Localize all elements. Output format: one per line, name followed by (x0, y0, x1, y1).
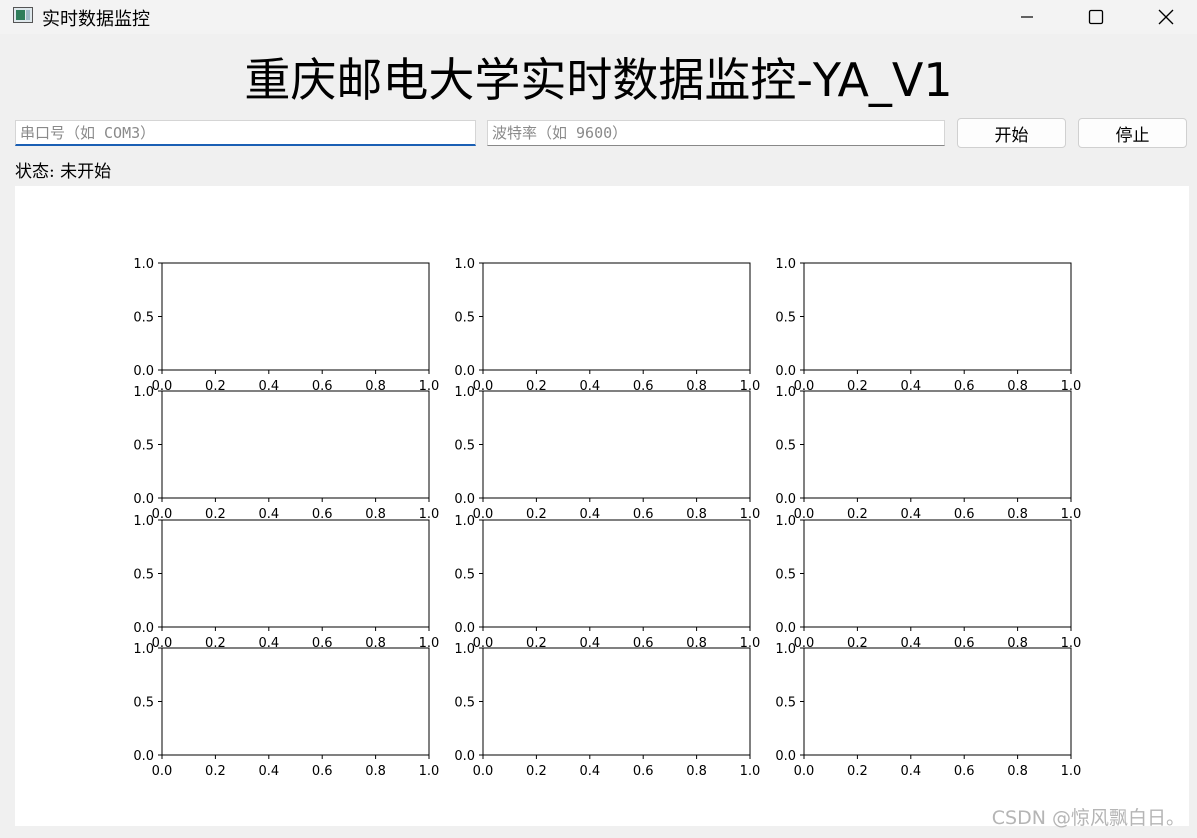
axes-frame (803, 262, 1072, 371)
axes-frame (161, 519, 430, 628)
stop-button[interactable]: 停止 (1078, 118, 1187, 148)
subplot-grid: 0.0 0.2 0.4 0.6 0.8 1.00.00.51.00.0 0.2 0.4 0.6 0… (133, 257, 1081, 779)
axes-frame (161, 262, 430, 371)
y-tick-label: 1.0 (454, 514, 475, 529)
maximize-button[interactable] (1073, 0, 1119, 34)
y-tick-label: 0.5 (454, 439, 475, 454)
axes-frame (482, 647, 751, 756)
axes-frame (803, 519, 1072, 628)
y-tick-label: 0.0 (775, 749, 796, 764)
x-tick-label: 0.2 (847, 764, 868, 779)
subplot-7: 0.0 0.2 0.4 0.6 0.8 1.00.00.51.0 (133, 514, 439, 651)
window-title: 实时数据监控 (42, 9, 150, 30)
page-title: 重庆邮电大学实时数据监控-YA_V1 (244, 53, 953, 107)
y-tick-label: 1.0 (454, 257, 475, 272)
x-tick-label: 0.4 (900, 764, 921, 779)
axes-frame (482, 262, 751, 371)
y-tick-label: 0.5 (133, 311, 154, 326)
subplot-5: 0.0 0.2 0.4 0.6 0.8 1.00.00.51.0 (454, 385, 760, 522)
y-tick-label: 1.0 (454, 642, 475, 657)
x-tick-label: 1.0 (740, 764, 761, 779)
y-tick-label: 1.0 (133, 257, 154, 272)
y-tick-label: 0.0 (133, 621, 154, 636)
y-tick-label: 1.0 (775, 257, 796, 272)
y-tick-label: 0.5 (775, 311, 796, 326)
x-tick-label: 0.0 (152, 764, 173, 779)
y-tick-label: 1.0 (133, 385, 154, 400)
x-tick-label: 1.0 (419, 764, 440, 779)
x-tick-label: 0.6 (633, 764, 654, 779)
status-label: 状态: 未开始 (15, 162, 112, 182)
y-tick-label: 0.5 (775, 568, 796, 583)
y-tick-label: 1.0 (133, 642, 154, 657)
title-bar[interactable]: 实时数据监控 (0, 0, 1197, 34)
x-tick-label: 0.2 (526, 764, 547, 779)
subplot-4: 0.0 0.2 0.4 0.6 0.8 1.00.00.51.0 (133, 385, 439, 522)
y-tick-label: 0.5 (775, 696, 796, 711)
baud-rate-input[interactable] (487, 120, 945, 146)
y-tick-label: 1.0 (454, 385, 475, 400)
minimize-button[interactable] (1004, 0, 1050, 34)
x-tick-label: 0.8 (1007, 764, 1028, 779)
subplot-1: 0.0 0.2 0.4 0.6 0.8 1.00.00.51.0 (133, 257, 439, 394)
y-tick-label: 0.0 (775, 621, 796, 636)
y-tick-label: 0.0 (454, 749, 475, 764)
y-tick-label: 1.0 (133, 514, 154, 529)
y-tick-label: 0.0 (133, 492, 154, 507)
x-tick-label: 0.4 (579, 764, 600, 779)
y-tick-label: 0.0 (133, 749, 154, 764)
y-tick-label: 0.5 (133, 439, 154, 454)
close-button[interactable] (1143, 0, 1189, 34)
x-tick-label: 0.0 (473, 764, 494, 779)
x-tick-label: 1.0 (1061, 764, 1082, 779)
subplot-12: 0.0 0.2 0.4 0.6 0.8 1.0 0.0 0.5 1.0 (775, 642, 1081, 779)
axes-frame (803, 647, 1072, 756)
axes-frame (482, 519, 751, 628)
y-tick-label: 0.5 (133, 696, 154, 711)
y-tick-label: 1.0 (775, 642, 796, 657)
x-tick-label: 0.6 (954, 764, 975, 779)
start-button[interactable]: 开始 (957, 118, 1066, 148)
y-tick-label: 1.0 (775, 514, 796, 529)
y-tick-label: 0.5 (454, 311, 475, 326)
axes-frame (161, 647, 430, 756)
app-window: 实时数据监控 重庆邮电大学实时数据监控-YA_V1 开始 停止 状态: 未开始 … (0, 0, 1197, 838)
subplot-6: 0.0 0.2 0.4 0.6 0.8 1.00.00.51.0 (775, 385, 1081, 522)
x-tick-label: 0.4 (258, 764, 279, 779)
y-tick-label: 0.0 (454, 492, 475, 507)
subplot-9: 0.0 0.2 0.4 0.6 0.8 1.00.00.51.0 (775, 514, 1081, 651)
close-icon (1158, 9, 1174, 25)
x-tick-label: 0.2 (205, 764, 226, 779)
x-tick-label: 0.8 (686, 764, 707, 779)
subplot-11: 0.0 0.2 0.4 0.6 0.8 1.0 0.0 0.5 1.0 (454, 642, 760, 779)
y-tick-label: 0.0 (775, 492, 796, 507)
x-tick-label: 0.8 (365, 764, 386, 779)
axes-frame (803, 390, 1072, 499)
axes-frame (161, 390, 430, 499)
y-tick-label: 0.0 (454, 364, 475, 379)
y-tick-label: 0.5 (454, 696, 475, 711)
subplot-3: 0.0 0.2 0.4 0.6 0.8 1.00.00.51.0 (775, 257, 1081, 394)
maximize-icon (1088, 9, 1104, 25)
port-input[interactable] (15, 120, 476, 146)
y-tick-label: 0.5 (775, 439, 796, 454)
subplot-8: 0.0 0.2 0.4 0.6 0.8 1.00.00.51.0 (454, 514, 760, 651)
y-tick-label: 0.0 (775, 364, 796, 379)
x-tick-label: 0.0 (794, 764, 815, 779)
axes-frame (482, 390, 751, 499)
y-tick-label: 0.5 (133, 568, 154, 583)
minimize-icon (1021, 16, 1033, 18)
app-window-icon (13, 7, 33, 23)
x-tick-label: 0.6 (312, 764, 333, 779)
y-tick-label: 0.0 (133, 364, 154, 379)
subplot-10: 0.0 0.2 0.4 0.6 0.8 1.0 0.0 0.5 1.0 (133, 642, 439, 779)
y-tick-label: 0.0 (454, 621, 475, 636)
y-tick-label: 1.0 (775, 385, 796, 400)
subplot-2: 0.0 0.2 0.4 0.6 0.8 1.00.00.51.0 (454, 257, 760, 394)
plot-canvas: 0.0 0.2 0.4 0.6 0.8 1.0 0.0 0.5 1.0 0.0 0.2 0.4 0.6 0… (15, 186, 1189, 826)
y-tick-label: 0.5 (454, 568, 475, 583)
watermark: CSDN @惊风飘白日。 (991, 807, 1185, 829)
